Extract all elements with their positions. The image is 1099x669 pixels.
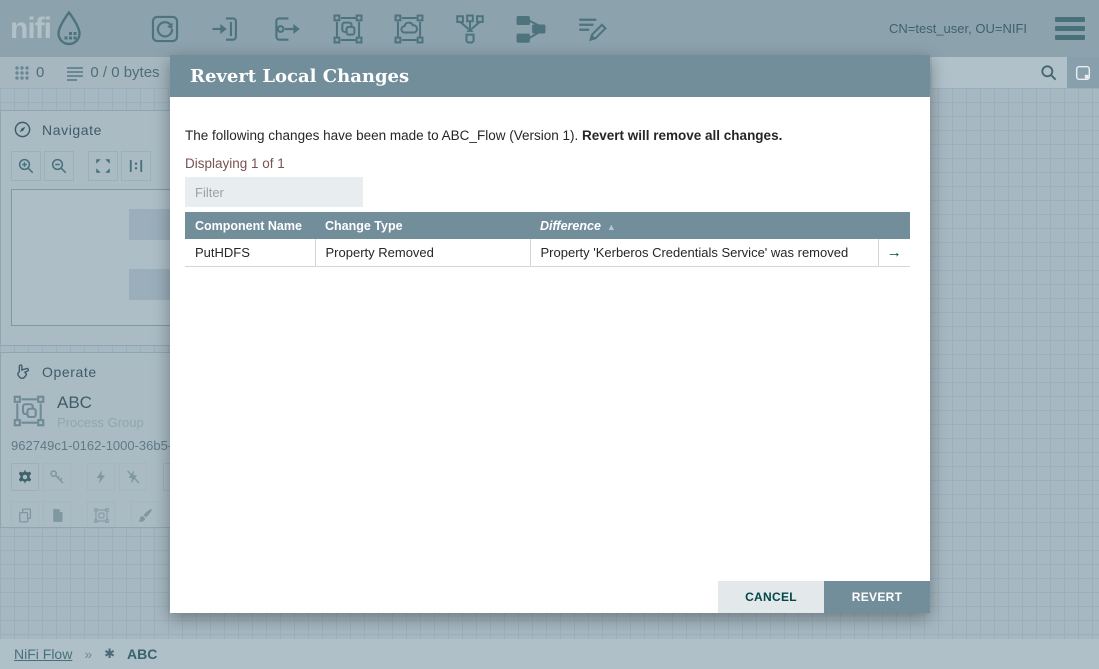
dialog-message-emphasis: Revert will remove all changes. [582, 128, 782, 143]
key-icon [48, 468, 66, 486]
component-toolbar [147, 10, 610, 48]
operate-title: Operate [42, 364, 97, 380]
zoom-fit-button[interactable] [88, 151, 118, 181]
zoom-out-icon [50, 157, 68, 175]
global-menu-button[interactable] [1055, 17, 1085, 40]
nifi-application: nifi [0, 0, 1099, 669]
change-color-button[interactable] [131, 501, 159, 529]
zoom-in-icon [17, 157, 35, 175]
local-changes-asterisk-icon: ✱ [104, 646, 115, 662]
hamburger-icon [1055, 17, 1085, 22]
goto-component-button[interactable]: → [887, 244, 902, 261]
lightning-slash-icon [125, 469, 141, 485]
zoom-out-button[interactable] [44, 151, 74, 181]
sort-ascending-icon: ▲ [607, 222, 616, 232]
active-threads-stat: 0 [14, 64, 44, 81]
gear-icon [16, 468, 34, 486]
displaying-count: Displaying 1 of 1 [185, 156, 285, 171]
header-right: CN=test_user, OU=NIFI [889, 17, 1085, 40]
process-group-icon[interactable] [330, 10, 366, 48]
breadcrumb-current: ABC [127, 646, 157, 662]
navigate-title: Navigate [42, 122, 102, 138]
cell-component-name: PutHDFS [185, 239, 315, 266]
nifi-logo-text: nifi [10, 12, 51, 46]
input-port-icon[interactable] [208, 10, 244, 48]
dialog-message: The following changes have been made to … [185, 128, 782, 143]
nifi-logo: nifi [10, 9, 125, 49]
breadcrumb-separator: » [84, 646, 92, 662]
column-actions [878, 212, 910, 239]
group-button[interactable] [87, 501, 115, 529]
paste-icon [49, 507, 66, 524]
queued-icon [66, 65, 84, 81]
process-group-icon [11, 393, 47, 429]
active-threads-count: 0 [36, 64, 44, 81]
processor-icon[interactable] [147, 10, 183, 48]
disable-button[interactable] [119, 463, 147, 491]
revert-button[interactable]: REVERT [824, 581, 930, 613]
output-port-icon[interactable] [269, 10, 305, 48]
component-name: ABC [57, 393, 144, 413]
breadcrumb-root-link[interactable]: NiFi Flow [14, 646, 72, 662]
queued-stat: 0 / 0 bytes [66, 64, 159, 81]
dialog-title: Revert Local Changes [190, 66, 409, 87]
app-header: nifi [0, 0, 1099, 57]
zoom-fit-icon [94, 157, 112, 175]
breadcrumb: NiFi Flow » ✱ ABC [0, 639, 1099, 669]
compass-icon [13, 120, 32, 139]
cancel-button[interactable]: CANCEL [718, 581, 824, 613]
hand-icon [13, 362, 32, 381]
queued-count: 0 / 0 bytes [90, 64, 159, 81]
remote-process-group-icon[interactable] [391, 10, 427, 48]
column-component-name[interactable]: Component Name [185, 212, 315, 239]
dialog-header: Revert Local Changes [170, 55, 930, 97]
copy-button[interactable] [11, 501, 39, 529]
search-input[interactable] [932, 57, 1067, 88]
label-icon[interactable] [574, 10, 610, 48]
configuration-button[interactable] [11, 463, 39, 491]
paste-button[interactable] [43, 501, 71, 529]
zoom-in-button[interactable] [11, 151, 41, 181]
cell-difference: Property 'Kerberos Credentials Service' … [530, 239, 878, 266]
table-row[interactable]: PutHDFS Property Removed Property 'Kerbe… [185, 239, 910, 266]
differences-table: Component Name Change Type Difference▲ P… [185, 212, 910, 267]
copy-icon [17, 507, 34, 524]
search-icon [1039, 63, 1059, 83]
brush-icon [137, 507, 154, 524]
filter-input[interactable] [185, 177, 363, 207]
enable-button[interactable] [87, 463, 115, 491]
cell-change-type: Property Removed [315, 239, 530, 266]
active-threads-icon [14, 65, 30, 81]
zoom-actual-size-button[interactable] [121, 151, 151, 181]
funnel-icon[interactable] [452, 10, 488, 48]
table-header-row: Component Name Change Type Difference▲ [185, 212, 910, 239]
access-policies-button[interactable] [43, 463, 71, 491]
lightning-icon [93, 469, 109, 485]
group-selection-icon [93, 507, 110, 524]
column-change-type[interactable]: Change Type [315, 212, 530, 239]
zoom-actual-size-icon [127, 157, 145, 175]
current-user: CN=test_user, OU=NIFI [889, 21, 1027, 36]
column-difference[interactable]: Difference▲ [530, 212, 878, 239]
bulletin-button[interactable] [1067, 57, 1099, 88]
note-icon [1074, 64, 1092, 82]
nifi-drop-icon [51, 9, 87, 49]
revert-local-changes-dialog: Revert Local Changes The following chang… [170, 55, 930, 613]
dialog-footer: CANCEL REVERT [718, 581, 930, 613]
component-type: Process Group [57, 415, 144, 430]
template-icon[interactable] [513, 10, 549, 48]
